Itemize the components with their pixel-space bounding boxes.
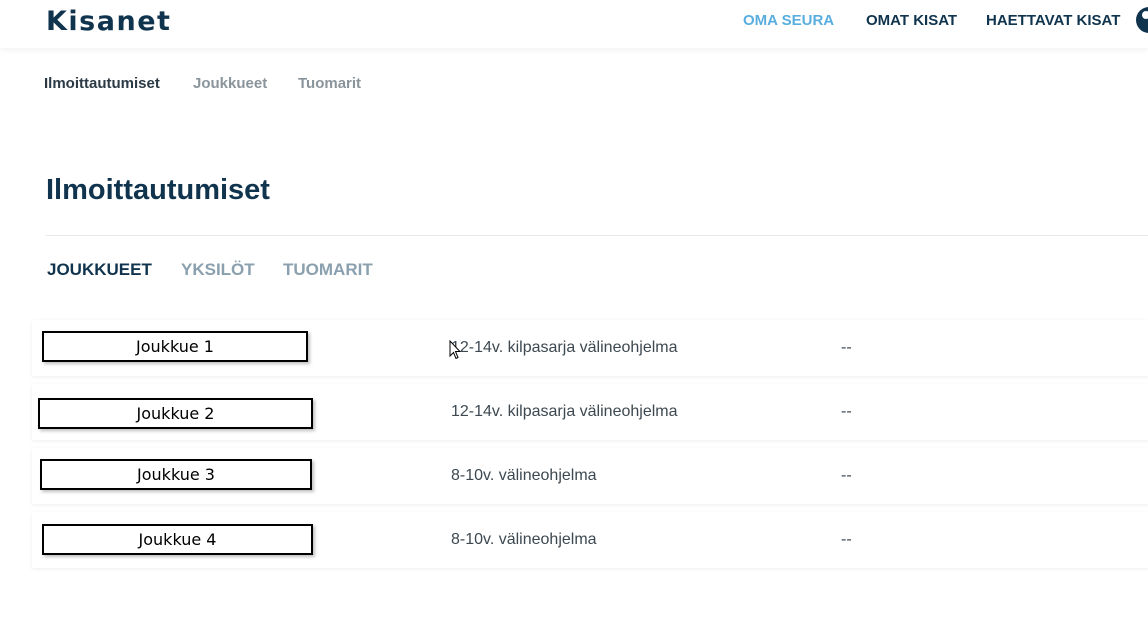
- team-name-button[interactable]: Joukkue 3: [40, 459, 312, 490]
- tab-yksilot[interactable]: YKSILÖT: [181, 260, 255, 280]
- status-value: --: [841, 339, 852, 356]
- subnav-tuomarit[interactable]: Tuomarit: [298, 75, 361, 92]
- nav-oma-seura[interactable]: OMA SEURA: [743, 12, 834, 29]
- status-value: --: [841, 403, 852, 420]
- status-value: --: [841, 467, 852, 484]
- nav-haettavat-kisat[interactable]: HAETTAVAT KISAT: [986, 12, 1120, 29]
- list-item[interactable]: Joukkue 3 8-10v. välineohjelma --: [32, 448, 1148, 504]
- series-name: 8-10v. välineohjelma: [451, 531, 597, 548]
- subnav-joukkueet[interactable]: Joukkueet: [193, 75, 267, 92]
- mouse-pointer-icon: [449, 340, 461, 360]
- subnav-ilmoittautumiset[interactable]: Ilmoittautumiset: [44, 75, 160, 92]
- series-name: 12-14v. kilpasarja välineohjelma: [451, 339, 678, 356]
- team-name-button[interactable]: Joukkue 2: [38, 398, 313, 429]
- tab-tuomarit[interactable]: TUOMARIT: [283, 260, 373, 280]
- team-name-button[interactable]: Joukkue 1: [42, 331, 308, 362]
- kisanet-logo[interactable]: Kisanet: [46, 6, 171, 37]
- nav-omat-kisat[interactable]: OMAT KISAT: [866, 12, 957, 29]
- user-avatar-icon[interactable]: [1136, 7, 1148, 33]
- status-value: --: [841, 531, 852, 548]
- list-item[interactable]: Joukkue 1 12-14v. kilpasarja välineohjel…: [32, 320, 1148, 376]
- series-name: 12-14v. kilpasarja välineohjelma: [451, 403, 678, 420]
- series-name: 8-10v. välineohjelma: [451, 467, 597, 484]
- top-navigation-bar: Kisanet OMA SEURA OMAT KISAT HAETTAVAT K…: [0, 0, 1148, 48]
- page-title: Ilmoittautumiset: [46, 174, 270, 206]
- team-name-button[interactable]: Joukkue 4: [42, 524, 313, 555]
- tab-joukkueet[interactable]: JOUKKUEET: [47, 260, 152, 280]
- list-item[interactable]: Joukkue 2 12-14v. kilpasarja välineohjel…: [32, 384, 1148, 440]
- list-item[interactable]: Joukkue 4 8-10v. välineohjelma --: [32, 512, 1148, 568]
- title-divider: [46, 235, 1148, 236]
